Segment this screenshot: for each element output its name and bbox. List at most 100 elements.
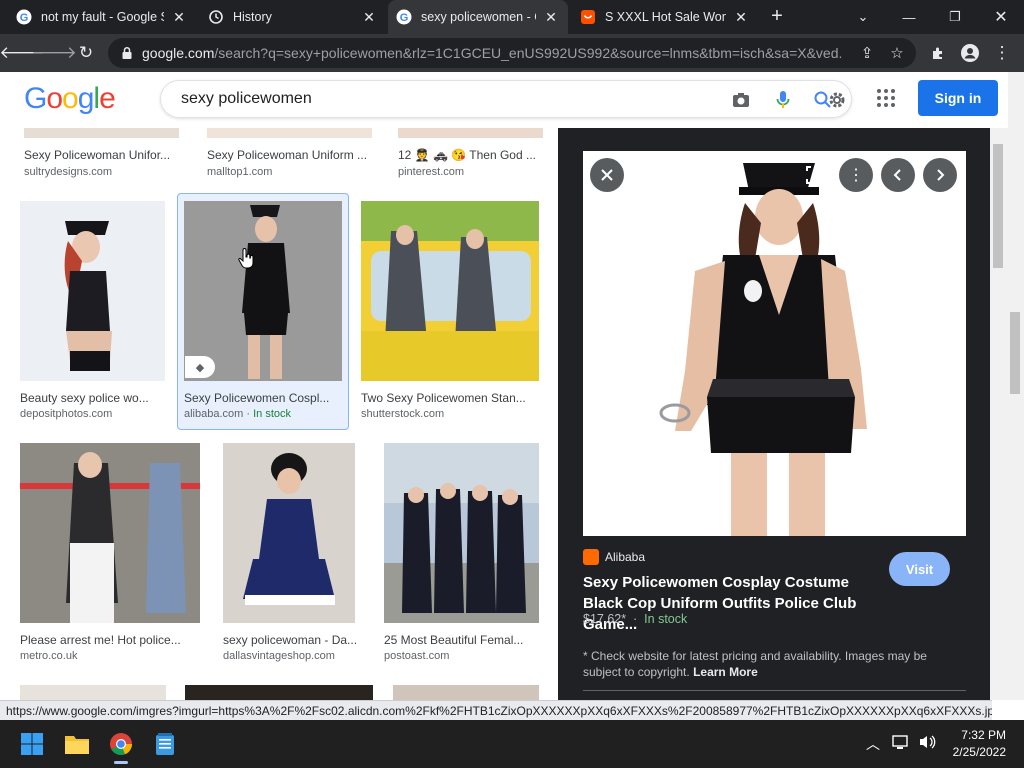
tab-not-my-fault[interactable]: G not my fault - Google S ✕ [8, 0, 196, 34]
search-query[interactable]: sexy policewomen [181, 90, 312, 108]
alibaba-icon [583, 549, 599, 565]
result-thumbnail[interactable] [20, 443, 200, 623]
network-icon[interactable] [892, 734, 910, 753]
result-tile[interactable]: Sexy Policewoman Uniform ... malltop1.co… [207, 128, 377, 178]
result-tile[interactable]: Beauty sexy police wo... depositphotos.c… [20, 201, 166, 426]
page-scrollbar[interactable] [1008, 72, 1024, 700]
result-thumbnail[interactable] [384, 443, 539, 623]
new-tab-button[interactable]: + [766, 6, 788, 28]
tab-alibaba[interactable]: S XXXL Hot Sale Woma ✕ [572, 0, 758, 34]
close-preview-button[interactable] [590, 158, 624, 192]
close-window-button[interactable]: ✕ [978, 0, 1024, 34]
result-caption[interactable]: Please arrest me! Hot police... [20, 633, 195, 647]
result-caption[interactable]: 12 🧑‍✈️ 🚓 😘 Then God ... [398, 148, 543, 162]
extensions-icon[interactable] [926, 41, 950, 65]
chrome-icon[interactable] [105, 728, 137, 764]
result-caption[interactable]: sexy policewoman - Da... [223, 633, 363, 647]
result-tile[interactable] [20, 685, 166, 700]
close-icon[interactable]: ✕ [542, 8, 560, 26]
result-thumbnail[interactable] [184, 201, 342, 381]
result-tile[interactable]: Please arrest me! Hot police... metro.co… [20, 443, 200, 668]
result-thumbnail[interactable] [207, 128, 372, 138]
close-icon[interactable]: ✕ [170, 8, 188, 26]
lens-search-icon[interactable] [798, 158, 832, 192]
result-tile[interactable]: 25 Most Beautiful Femal... postoast.com [384, 443, 542, 668]
reload-button[interactable]: ↻ [74, 41, 98, 65]
learn-more-link[interactable]: Learn More [693, 665, 758, 679]
copyright-disclaimer: * Check website for latest pricing and a… [583, 649, 927, 679]
address-bar[interactable]: google.com/search?q=sexy+policewomen&rlz… [108, 38, 916, 68]
result-thumbnail[interactable] [24, 128, 179, 138]
tab-search-chevron-icon[interactable]: ⌄ [840, 0, 886, 34]
visit-button[interactable]: Visit [889, 552, 950, 586]
next-image-button[interactable] [923, 158, 957, 192]
result-caption[interactable]: Two Sexy Policewomen Stan... [361, 391, 531, 405]
scrollbar-thumb[interactable] [1010, 312, 1020, 394]
result-source[interactable]: postoast.com [384, 650, 449, 662]
result-tile[interactable]: ◆ Sexy Policewomen Cospl... alibaba.com … [184, 201, 342, 426]
result-tile[interactable] [185, 685, 373, 700]
result-thumbnail[interactable] [361, 201, 539, 381]
scrollbar-thumb[interactable] [993, 144, 1003, 268]
minimize-button[interactable]: — [886, 0, 932, 34]
restore-button[interactable]: ❐ [932, 0, 978, 34]
result-thumbnail[interactable] [223, 443, 355, 623]
volume-icon[interactable] [918, 734, 936, 753]
result-caption[interactable]: 25 Most Beautiful Femal... [384, 633, 539, 647]
hand-cursor-icon [238, 248, 254, 269]
bookmark-star-icon[interactable]: ☆ [888, 44, 906, 62]
result-source[interactable]: dallasvintageshop.com [223, 650, 335, 662]
more-options-icon[interactable]: ⋮ [839, 158, 873, 192]
search-box[interactable]: sexy policewomen [160, 80, 852, 118]
result-thumbnail[interactable] [20, 685, 166, 700]
result-source[interactable]: metro.co.uk [20, 650, 77, 662]
result-caption[interactable]: Beauty sexy police wo... [20, 391, 165, 405]
google-logo[interactable]: Google [24, 82, 116, 116]
result-source[interactable]: shutterstock.com [361, 408, 444, 420]
result-source[interactable]: depositphotos.com [20, 408, 112, 420]
result-caption[interactable]: Sexy Policewoman Uniform ... [207, 148, 372, 162]
result-caption[interactable]: Sexy Policewomen Cospl... [184, 391, 334, 405]
result-thumbnail[interactable] [393, 685, 539, 700]
camera-icon[interactable] [731, 90, 751, 110]
sign-in-button[interactable]: Sign in [918, 80, 998, 116]
result-source[interactable]: malltop1.com [207, 166, 272, 178]
system-clock[interactable]: 7:32 PM 2/25/2022 [946, 727, 1006, 761]
preview-site-name[interactable]: Alibaba [605, 550, 645, 564]
result-tile[interactable]: 12 🧑‍✈️ 🚓 😘 Then God ... pinterest.com [398, 128, 548, 178]
microphone-icon[interactable] [773, 90, 793, 110]
tab-title: History [233, 10, 272, 24]
result-tile[interactable]: Sexy Policewoman Unifor... sultrydesigns… [24, 128, 184, 178]
close-icon[interactable]: ✕ [360, 8, 378, 26]
result-thumbnail[interactable] [20, 201, 165, 381]
notepad-icon[interactable] [149, 728, 181, 760]
tab-sexy-policewomen[interactable]: G sexy policewomen - Go ✕ [388, 0, 568, 34]
result-thumbnail[interactable] [185, 685, 373, 700]
stock-status: In stock [644, 612, 688, 626]
profile-avatar-icon[interactable] [958, 41, 982, 65]
forward-button[interactable]: 🡒 [31, 41, 77, 65]
result-caption[interactable]: Sexy Policewoman Unifor... [24, 148, 179, 162]
result-source[interactable]: pinterest.com [398, 166, 464, 178]
result-thumbnail[interactable] [398, 128, 543, 138]
google-apps-icon[interactable] [876, 88, 896, 108]
result-tile[interactable]: Two Sexy Policewomen Stan... shutterstoc… [361, 201, 539, 426]
divider [583, 690, 966, 691]
result-source[interactable]: sultrydesigns.com [24, 166, 112, 178]
share-icon[interactable]: ⇪ [858, 44, 876, 62]
result-source[interactable]: alibaba.com · In stock [184, 408, 291, 420]
chevron-up-icon[interactable]: ︿ [866, 734, 880, 754]
preview-image[interactable] [583, 151, 966, 536]
preview-scrollbar[interactable] [990, 128, 1008, 700]
file-explorer-icon[interactable] [61, 728, 93, 760]
settings-gear-icon[interactable] [827, 90, 847, 110]
menu-kebab-icon[interactable]: ⋮ [990, 41, 1014, 65]
url-text: google.com/search?q=sexy+policewomen&rlz… [142, 45, 842, 61]
windows-start-icon[interactable] [16, 728, 48, 760]
tab-history[interactable]: History ✕ [200, 0, 386, 34]
preview-site[interactable]: Alibaba [583, 549, 645, 565]
previous-image-button[interactable] [881, 158, 915, 192]
result-tile[interactable] [393, 685, 539, 700]
result-tile[interactable]: sexy policewoman - Da... dallasvintagesh… [223, 443, 363, 668]
close-icon[interactable]: ✕ [732, 8, 750, 26]
